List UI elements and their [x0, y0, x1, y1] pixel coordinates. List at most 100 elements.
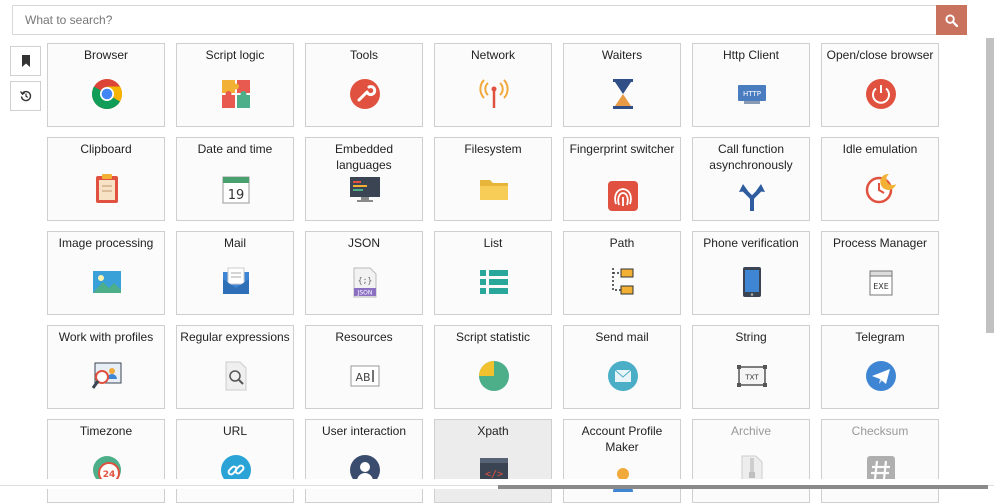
- tile-label: Xpath: [477, 424, 509, 438]
- svg-text:19: 19: [228, 188, 245, 203]
- tile-label: Embedded languages: [334, 142, 394, 172]
- tile-clipboard[interactable]: Clipboard: [47, 137, 165, 221]
- http-icon: HTTP: [736, 78, 768, 110]
- tile-account-profile-maker[interactable]: Account Profile Maker: [563, 419, 681, 503]
- tile-image-processing[interactable]: Image processing: [47, 231, 165, 315]
- tile-label: Timezone: [79, 424, 133, 438]
- tile-http-client[interactable]: Http Client HTTP: [692, 43, 810, 127]
- folder-icon: [478, 172, 510, 204]
- tile-label: Clipboard: [80, 142, 132, 156]
- tile-label: Path: [609, 236, 635, 250]
- tile-list[interactable]: List: [434, 231, 552, 315]
- hourglass-icon: [607, 78, 639, 110]
- tile-telegram[interactable]: Telegram: [821, 325, 939, 409]
- tile-filesystem[interactable]: Filesystem: [434, 137, 552, 221]
- image-icon: [91, 266, 123, 298]
- tile-url[interactable]: URL: [176, 419, 294, 503]
- search-button[interactable]: [936, 5, 967, 35]
- tile-label: URL: [222, 424, 247, 438]
- tile-label: Image processing: [58, 236, 154, 250]
- pie-icon: [478, 360, 510, 392]
- send-mail-icon: [607, 360, 639, 392]
- search-icon: [945, 13, 958, 27]
- tile-label: Browser: [83, 48, 128, 62]
- phone-icon: [736, 266, 768, 298]
- tile-json[interactable]: JSON {;} JSON: [305, 231, 423, 315]
- tile-checksum[interactable]: Checksum: [821, 419, 939, 503]
- tile-network[interactable]: Network: [434, 43, 552, 127]
- regex-doc-icon: [220, 360, 252, 392]
- tile-work-with-profiles[interactable]: Work with profiles: [47, 325, 165, 409]
- tile-label: JSON: [347, 236, 380, 250]
- tile-timezone[interactable]: Timezone 24: [47, 419, 165, 503]
- tile-label: Resources: [335, 330, 393, 344]
- fingerprint-icon: [607, 180, 639, 212]
- calendar-icon: 19: [220, 172, 252, 204]
- tile-phone-verification[interactable]: Phone verification: [692, 231, 810, 315]
- tile-label: Send mail: [595, 330, 649, 344]
- tile-call-function-asynchronously[interactable]: Call function asynchronously: [692, 137, 810, 221]
- chrome-icon: [91, 78, 123, 110]
- tile-open-close-browser[interactable]: Open/close browser: [821, 43, 939, 127]
- tile-label: Open/close browser: [826, 48, 934, 62]
- tile-label: Script statistic: [455, 330, 530, 344]
- puzzle-icon: [220, 78, 252, 110]
- tile-script-statistic[interactable]: Script statistic: [434, 325, 552, 409]
- history-icon: [19, 90, 31, 102]
- svg-text:TXT: TXT: [744, 374, 759, 382]
- tile-label: List: [483, 236, 503, 250]
- tile-label: Archive: [730, 424, 771, 438]
- tile-label: Mail: [223, 236, 246, 250]
- tile-label: Filesystem: [464, 142, 522, 156]
- svg-text:{;}: {;}: [358, 276, 372, 285]
- tile-waiters[interactable]: Waiters: [563, 43, 681, 127]
- profile-search-icon: [91, 360, 123, 392]
- svg-text:AB: AB: [355, 371, 370, 384]
- tile-archive[interactable]: Archive: [692, 419, 810, 503]
- json-file-icon: {;} JSON: [349, 266, 381, 298]
- list-icon: [478, 266, 510, 298]
- svg-text:HTTP: HTTP: [743, 90, 761, 98]
- tile-embedded-languages[interactable]: Embedded languages: [305, 137, 423, 221]
- power-icon: [865, 78, 897, 110]
- tile-label: User interaction: [321, 424, 407, 438]
- tile-label: String: [735, 330, 767, 344]
- tile-user-interaction[interactable]: User interaction: [305, 419, 423, 503]
- tile-send-mail[interactable]: Send mail: [563, 325, 681, 409]
- tile-process-manager[interactable]: Process Manager EXE: [821, 231, 939, 315]
- tile-xpath[interactable]: Xpath </>: [434, 419, 552, 503]
- tile-resources[interactable]: Resources AB: [305, 325, 423, 409]
- tile-path[interactable]: Path: [563, 231, 681, 315]
- tile-label: Call function asynchronously: [709, 142, 793, 172]
- path-tree-icon: [607, 266, 639, 298]
- telegram-icon: [865, 360, 897, 392]
- tile-label: Tools: [349, 48, 378, 62]
- tile-script-logic[interactable]: Script logic: [176, 43, 294, 127]
- tile-label: Work with profiles: [58, 330, 154, 344]
- wrench-icon: [349, 78, 381, 110]
- tile-label: Idle emulation: [842, 142, 918, 156]
- tile-label: Date and time: [197, 142, 273, 156]
- tile-label: Phone verification: [703, 236, 799, 250]
- tile-mail[interactable]: Mail: [176, 231, 294, 315]
- tile-label: Account Profile Maker: [581, 424, 663, 454]
- tile-regular-expressions[interactable]: Regular expressions: [176, 325, 294, 409]
- tile-tools[interactable]: Tools: [305, 43, 423, 127]
- tile-browser[interactable]: Browser: [47, 43, 165, 127]
- tile-fingerprint-switcher[interactable]: Fingerprint switcher: [563, 137, 681, 221]
- svg-text:EXE: EXE: [873, 282, 889, 291]
- search-input[interactable]: [13, 6, 966, 34]
- history-button[interactable]: [10, 81, 41, 111]
- account-maker-icon: [607, 462, 639, 494]
- horizontal-scrollbar[interactable]: [498, 485, 988, 489]
- ab-box-icon: AB: [349, 360, 381, 392]
- tile-label: Waiters: [601, 48, 643, 62]
- vertical-scrollbar[interactable]: [986, 38, 994, 333]
- clipboard-icon: [91, 172, 123, 204]
- tile-date-and-time[interactable]: Date and time 19: [176, 137, 294, 221]
- tile-label: Script logic: [205, 48, 265, 62]
- tile-label: Network: [470, 48, 515, 62]
- bookmark-button[interactable]: [10, 46, 41, 76]
- tile-string[interactable]: String TXT: [692, 325, 810, 409]
- tile-idle-emulation[interactable]: Idle emulation: [821, 137, 939, 221]
